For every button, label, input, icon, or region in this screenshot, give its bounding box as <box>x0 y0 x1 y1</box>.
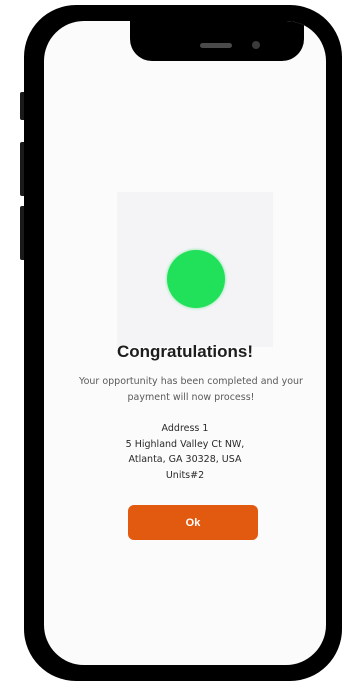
address-city: Atlanta, GA 30328, USA <box>128 454 242 465</box>
address-street: 5 Highland Valley Ct NW, <box>125 438 245 450</box>
success-circle-icon <box>167 250 225 308</box>
notch <box>130 21 304 61</box>
phone-frame: Congratulations! Your opportunity has be… <box>24 5 342 681</box>
dialog-title: Congratulations! <box>117 342 253 361</box>
speaker-icon <box>200 43 232 48</box>
address-block: Address 1 5 Highland Valley Ct NW, Atlan… <box>44 421 326 483</box>
camera-icon <box>252 41 260 49</box>
dialog-message: Your opportunity has been completed and … <box>79 376 303 403</box>
address-label: Address 1 <box>161 423 209 434</box>
phone-screen: Congratulations! Your opportunity has be… <box>44 21 326 665</box>
stage: Congratulations! Your opportunity has be… <box>0 0 347 686</box>
address-units: Units#2 <box>165 469 205 481</box>
ok-button[interactable]: Ok <box>128 505 258 540</box>
